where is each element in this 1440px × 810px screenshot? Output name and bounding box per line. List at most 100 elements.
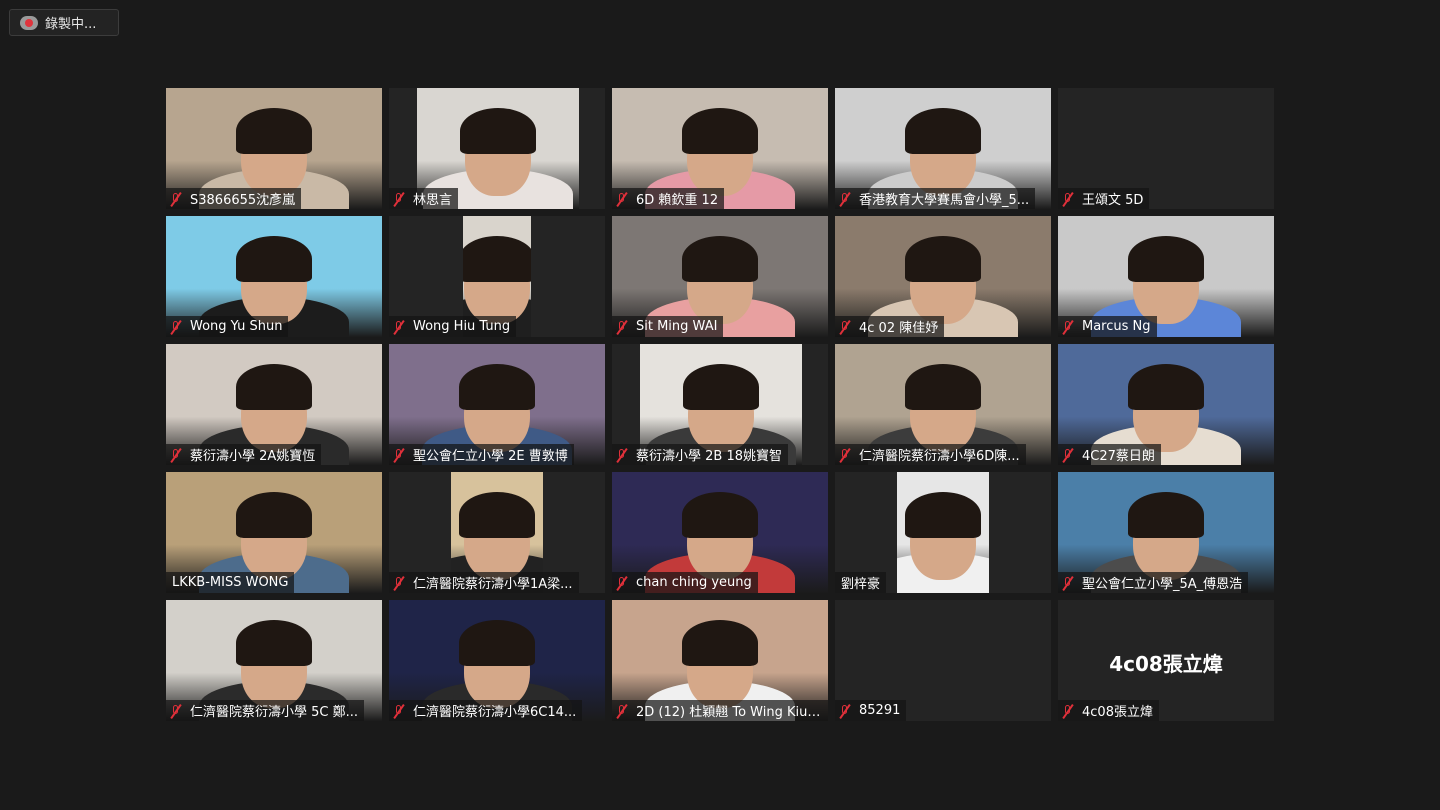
participant-name: 劉梓豪 — [841, 577, 881, 592]
mic-muted-icon — [616, 448, 628, 462]
participant-tile[interactable]: Sit Ming WAI — [612, 216, 828, 337]
mic-muted-icon — [1062, 192, 1074, 206]
participant-name-label: Marcus Ng — [1058, 316, 1157, 337]
participant-name-label: 香港教育大學賽馬會小學_5... — [835, 188, 1036, 209]
participant-name: 王頌文 5D — [1082, 193, 1144, 208]
mic-muted-icon — [170, 320, 182, 334]
participant-name: 仁濟醫院蔡衍濤小學6D陳... — [859, 449, 1020, 464]
participant-name-label: Sit Ming WAI — [612, 316, 724, 337]
participant-name: 仁濟醫院蔡衍濤小學 5C 鄭... — [190, 705, 359, 720]
participant-name-label: Wong Hiu Tung — [389, 316, 517, 337]
participant-name-label: 王頌文 5D — [1058, 188, 1150, 209]
participant-tile[interactable]: 仁濟醫院蔡衍濤小學6C14... — [389, 600, 605, 721]
mic-muted-icon — [839, 704, 851, 718]
participant-name-label: Wong Yu Shun — [166, 316, 289, 337]
mic-muted-icon — [616, 704, 628, 718]
participant-name: 2D (12) 杜穎翹 To Wing Kiu,... — [636, 705, 822, 720]
participant-name: 仁濟醫院蔡衍濤小學6C14... — [413, 705, 577, 720]
participant-name-label: 蔡衍濤小學 2A姚寶恆 — [166, 444, 322, 465]
recording-icon — [20, 15, 38, 30]
participant-name-label: 仁濟醫院蔡衍濤小學6C14... — [389, 700, 583, 721]
recording-label: 錄製中... — [45, 17, 97, 32]
mic-muted-icon — [616, 320, 628, 334]
mic-muted-icon — [1062, 448, 1074, 462]
participant-name-label: 4c08張立煒 — [1058, 700, 1159, 721]
participant-name: 4c08張立煒 — [1082, 705, 1153, 720]
participant-name: LKKB-MISS WONG — [172, 575, 289, 590]
participant-tile[interactable]: 2D (12) 杜穎翹 To Wing Kiu,... — [612, 600, 828, 721]
mic-muted-icon — [170, 192, 182, 206]
participant-name: 林思言 — [413, 193, 453, 208]
mic-muted-icon — [839, 320, 851, 334]
participant-tile[interactable]: 4c 02 陳佳妤 — [835, 216, 1051, 337]
participant-name-label: 林思言 — [389, 188, 459, 209]
participant-tile[interactable]: 林思言 — [389, 88, 605, 209]
participant-tile[interactable]: 85291 — [835, 600, 1051, 721]
participant-tile[interactable]: 王頌文 5D — [1058, 88, 1274, 209]
participant-name-label: 4c 02 陳佳妤 — [835, 316, 945, 337]
participant-tile[interactable]: 仁濟醫院蔡衍濤小學6D陳... — [835, 344, 1051, 465]
participant-tile[interactable]: 劉梓豪 — [835, 472, 1051, 593]
participant-name-label: LKKB-MISS WONG — [166, 572, 295, 593]
participant-tile[interactable]: Wong Yu Shun — [166, 216, 382, 337]
video-gallery: S3866655沈彥嵐 林思言 6D 賴欽重 12 香港教育大學賽馬會小學_5... 王… — [166, 88, 1274, 721]
recording-indicator[interactable]: 錄製中... — [9, 9, 119, 36]
mic-muted-icon — [170, 448, 182, 462]
participant-name: 4c 02 陳佳妤 — [859, 321, 939, 336]
participant-name: Wong Yu Shun — [190, 319, 283, 334]
mic-muted-icon — [616, 192, 628, 206]
participant-tile[interactable]: 仁濟醫院蔡衍濤小學1A梁... — [389, 472, 605, 593]
participant-display-name: 4c08張立煒 — [1109, 652, 1223, 676]
participant-name: 香港教育大學賽馬會小學_5... — [859, 193, 1030, 208]
participant-tile[interactable]: 蔡衍濤小學 2A姚寶恆 — [166, 344, 382, 465]
participant-video — [897, 472, 989, 593]
mic-muted-icon — [1062, 704, 1074, 718]
participant-tile[interactable]: 聖公會仁立小學 2E 曹敦博 — [389, 344, 605, 465]
mic-muted-icon — [393, 192, 405, 206]
participant-tile[interactable]: 仁濟醫院蔡衍濤小學 5C 鄭... — [166, 600, 382, 721]
mic-muted-icon — [839, 192, 851, 206]
participant-name-label: 仁濟醫院蔡衍濤小學1A梁... — [389, 572, 579, 593]
participant-name-label: 仁濟醫院蔡衍濤小學 5C 鄭... — [166, 700, 365, 721]
participant-tile[interactable]: S3866655沈彥嵐 — [166, 88, 382, 209]
mic-muted-icon — [839, 448, 851, 462]
participant-name-label: chan ching yeung — [612, 572, 758, 593]
participant-name: 蔡衍濤小學 2B 18姚寶智 — [636, 449, 782, 464]
participant-name-label: 蔡衍濤小學 2B 18姚寶智 — [612, 444, 788, 465]
participant-name-label: 2D (12) 杜穎翹 To Wing Kiu,... — [612, 700, 828, 721]
participant-tile[interactable]: LKKB-MISS WONG — [166, 472, 382, 593]
participant-name: 仁濟醫院蔡衍濤小學1A梁... — [413, 577, 573, 592]
participant-name-label: S3866655沈彥嵐 — [166, 188, 302, 209]
participant-name-label: 劉梓豪 — [835, 572, 887, 593]
participant-name: 聖公會仁立小學_5A_傅恩浩 — [1082, 577, 1243, 592]
participant-tile[interactable]: 香港教育大學賽馬會小學_5... — [835, 88, 1051, 209]
participant-tile[interactable]: 聖公會仁立小學_5A_傅恩浩 — [1058, 472, 1274, 593]
participant-tile[interactable]: 4c08張立煒 4c08張立煒 — [1058, 600, 1274, 721]
participant-name: S3866655沈彥嵐 — [190, 193, 296, 208]
participant-tile[interactable]: 蔡衍濤小學 2B 18姚寶智 — [612, 344, 828, 465]
participant-name: chan ching yeung — [636, 575, 752, 590]
mic-muted-icon — [1062, 576, 1074, 590]
participant-name: 85291 — [859, 703, 901, 718]
participant-tile[interactable]: 6D 賴欽重 12 — [612, 88, 828, 209]
participant-name: Sit Ming WAI — [636, 319, 718, 334]
participant-tile[interactable]: chan ching yeung — [612, 472, 828, 593]
mic-muted-icon — [393, 576, 405, 590]
mic-muted-icon — [616, 576, 628, 590]
mic-muted-icon — [393, 448, 405, 462]
participant-name-label: 4C27蔡日朗 — [1058, 444, 1161, 465]
participant-name: Wong Hiu Tung — [413, 319, 511, 334]
participant-name: 4C27蔡日朗 — [1082, 449, 1155, 464]
participant-name-label: 6D 賴欽重 12 — [612, 188, 725, 209]
mic-muted-icon — [393, 320, 405, 334]
participant-tile[interactable]: Marcus Ng — [1058, 216, 1274, 337]
participant-tile[interactable]: Wong Hiu Tung — [389, 216, 605, 337]
mic-muted-icon — [393, 704, 405, 718]
mic-muted-icon — [1062, 320, 1074, 334]
participant-name: 聖公會仁立小學 2E 曹敦博 — [413, 449, 568, 464]
participant-tile[interactable]: 4C27蔡日朗 — [1058, 344, 1274, 465]
participant-name-label: 85291 — [835, 700, 907, 721]
participant-name-label: 聖公會仁立小學 2E 曹敦博 — [389, 444, 574, 465]
participant-name: 6D 賴欽重 12 — [636, 193, 719, 208]
participant-name-label: 仁濟醫院蔡衍濤小學6D陳... — [835, 444, 1026, 465]
